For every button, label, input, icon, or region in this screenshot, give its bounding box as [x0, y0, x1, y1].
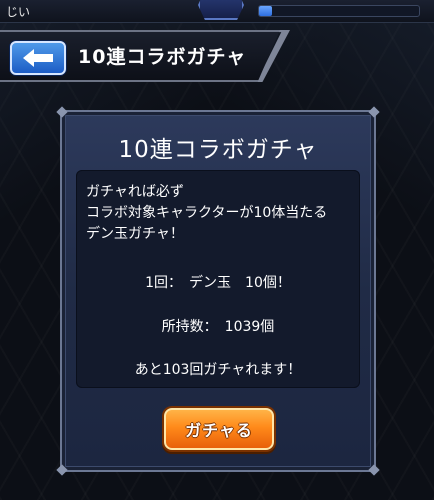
gacha-button[interactable]: ガチャる: [164, 408, 274, 450]
held-count-text: 所持数： 1039個: [161, 319, 275, 335]
dialog-corner: [368, 464, 380, 476]
page-title: 10連コラボガチャ: [78, 46, 247, 68]
dialog-corner: [56, 464, 68, 476]
user-name: じい: [6, 5, 31, 19]
dialog-corner: [56, 106, 68, 118]
gacha-dialog: 10連コラボガチャ ガチャれば必ず コラボ対象キャラクターが10体当たる デン玉…: [56, 106, 380, 476]
status-bar: じい: [0, 0, 434, 23]
message-box: ガチャれば必ず コラボ対象キャラクターが10体当たる デン玉ガチャ！ 1回： デ…: [76, 170, 360, 388]
message-line: ガチャれば必ず: [86, 184, 184, 200]
back-arrow-icon: [23, 49, 53, 67]
rank-badge-icon: [198, 0, 244, 20]
dialog-corner: [368, 106, 380, 118]
back-button[interactable]: [10, 41, 66, 75]
message-line: コラボ対象キャラクターが10体当たる: [86, 205, 328, 221]
dialog-title: 10連コラボガチャ: [118, 137, 318, 163]
page-header: 10連コラボガチャ: [0, 30, 290, 82]
stamina-meter: [258, 5, 420, 17]
cost-text: 1回： デン玉 10個！: [145, 275, 291, 291]
stamina-meter-fill: [259, 6, 272, 16]
message-line: デン玉ガチャ！: [86, 226, 184, 242]
message-lead: ガチャれば必ず コラボ対象キャラクターが10体当たる デン玉ガチャ！: [86, 182, 327, 245]
remaining-count-text: あと103回ガチャれます！: [134, 362, 302, 378]
